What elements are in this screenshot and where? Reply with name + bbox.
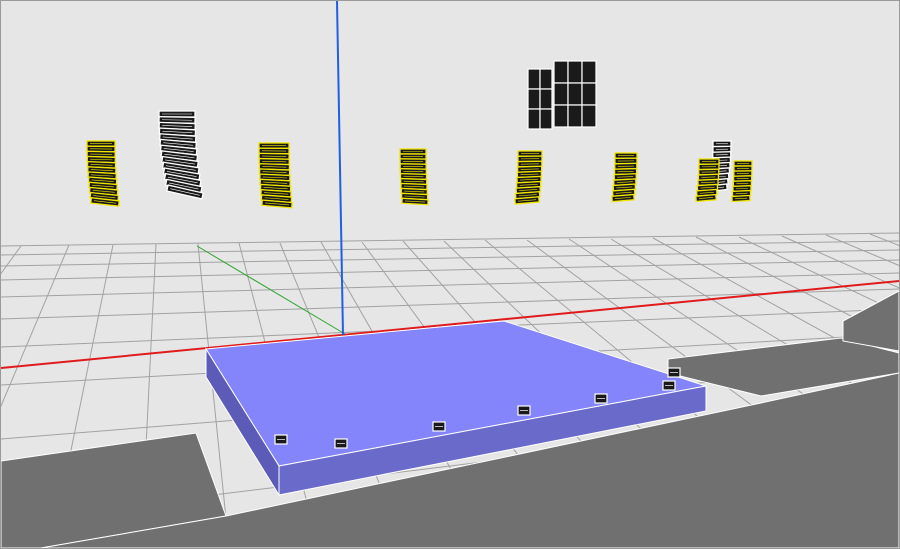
sub-cabinet: [539, 108, 553, 130]
flown-line-array-4[interactable]: [399, 148, 429, 206]
front-fill-speaker[interactable]: [517, 405, 531, 416]
sub-cabinet: [553, 60, 569, 84]
sub-cabinet: [581, 82, 597, 106]
scene-canvas[interactable]: [1, 1, 899, 548]
flown-line-array-6[interactable]: [611, 152, 638, 203]
flown-line-array-8[interactable]: [731, 160, 753, 203]
flown-line-array-3[interactable]: [258, 142, 293, 209]
sub-cabinet: [527, 88, 541, 110]
sub-cabinet: [539, 68, 553, 90]
flown-line-array-7[interactable]: [695, 158, 720, 203]
front-fill-speaker[interactable]: [594, 393, 608, 404]
sub-cabinet: [553, 82, 569, 106]
front-fill-speaker[interactable]: [667, 367, 681, 378]
flown-line-array-1[interactable]: [86, 140, 120, 207]
sub-cabinet: [581, 60, 597, 84]
3d-viewport[interactable]: [0, 0, 900, 549]
sub-cabinet: [553, 104, 569, 128]
subwoofer-cluster-1[interactable]: [527, 68, 553, 130]
flown-line-array-5[interactable]: [514, 150, 543, 205]
sub-cabinet: [581, 104, 597, 128]
front-fill-speaker[interactable]: [662, 380, 676, 391]
sub-cabinet: [567, 60, 583, 84]
sub-cabinet: [539, 88, 553, 110]
sub-cabinet: [527, 68, 541, 90]
sub-cabinet: [567, 104, 583, 128]
front-fill-speaker[interactable]: [432, 421, 446, 432]
sub-cabinet: [527, 108, 541, 130]
front-fill-speaker[interactable]: [274, 434, 288, 445]
subwoofer-cluster-2[interactable]: [553, 60, 597, 128]
sub-cabinet: [567, 82, 583, 106]
front-fill-speaker[interactable]: [334, 438, 348, 449]
